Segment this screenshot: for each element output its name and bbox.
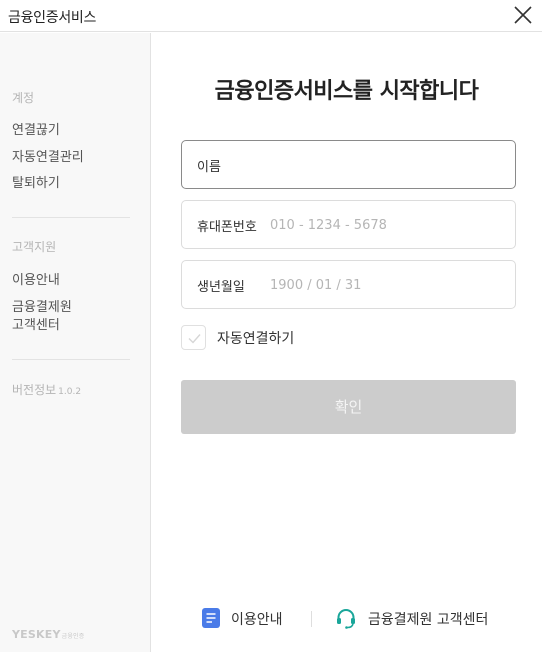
footer-support-link[interactable]: 금융결제원 고객센터 <box>335 606 500 630</box>
logo-subtext: 금융인증 <box>61 633 85 640</box>
sidebar-link-guide[interactable]: 이용안내 <box>12 272 60 290</box>
page-title: 금융인증서비스를 시작합니다 <box>214 79 479 104</box>
phone-field-label: 휴대폰번호 <box>197 220 257 235</box>
close-icon[interactable] <box>512 4 534 26</box>
version-label: 버전정보 <box>12 383 57 397</box>
sidebar-link-kftc[interactable]: 금융결제원 고객센터 <box>12 299 72 335</box>
footer-guide-link[interactable]: 이용안내 <box>201 606 291 630</box>
birthdate-field[interactable]: 생년월일 <box>181 260 516 309</box>
sidebar-link-kftc-line2: 고객센터 <box>12 318 60 333</box>
birthdate-input[interactable] <box>270 274 500 296</box>
name-input[interactable] <box>270 154 500 176</box>
document-icon <box>202 608 220 628</box>
sidebar-divider <box>12 217 130 218</box>
title-bar: 금융인증서비스 <box>0 0 542 32</box>
footer-support-label: 금융결제원 고객센터 <box>368 612 489 628</box>
version-info: 버전정보 1.0.2 <box>12 381 81 398</box>
sidebar-link-withdraw[interactable]: 탈퇴하기 <box>12 175 60 193</box>
sidebar-link-auto-connect-manage[interactable]: 자동연결관리 <box>12 149 84 167</box>
support-section-header: 고객지원 <box>12 240 57 254</box>
checkmark-icon <box>188 334 201 344</box>
headset-icon <box>337 609 355 629</box>
name-field-label: 이름 <box>197 160 221 175</box>
name-field[interactable]: 이름 <box>181 140 516 189</box>
birthdate-field-label: 생년월일 <box>197 280 245 295</box>
sidebar-link-kftc-line1: 금융결제원 <box>12 300 72 315</box>
version-number: 1.0.2 <box>58 387 82 397</box>
phone-field[interactable]: 휴대폰번호 <box>181 200 516 249</box>
checkbox-box[interactable] <box>181 325 206 350</box>
logo-text: YESKEY <box>12 628 61 641</box>
phone-input[interactable] <box>270 214 500 236</box>
footer-guide-label: 이용안내 <box>231 612 283 628</box>
sidebar: 계정 연결끊기 자동연결관리 탈퇴하기 고객지원 이용안내 금융결제원 고객센터… <box>0 33 151 652</box>
sidebar-link-disconnect[interactable]: 연결끊기 <box>12 122 60 140</box>
footer-divider <box>311 611 312 627</box>
confirm-button[interactable]: 확인 <box>181 380 516 434</box>
yeskey-logo: YESKEY금융인증 <box>12 628 85 641</box>
sidebar-divider <box>12 359 130 360</box>
auto-connect-label: 자동연결하기 <box>217 331 295 347</box>
footer-links: 이용안내 금융결제원 고객센터 <box>151 606 542 632</box>
window-title: 금융인증서비스 <box>8 10 97 26</box>
account-section-header: 계정 <box>12 91 35 105</box>
main-panel: 금융인증서비스를 시작합니다 이름 휴대폰번호 생년월일 자동연결하기 확인 이… <box>151 33 542 652</box>
